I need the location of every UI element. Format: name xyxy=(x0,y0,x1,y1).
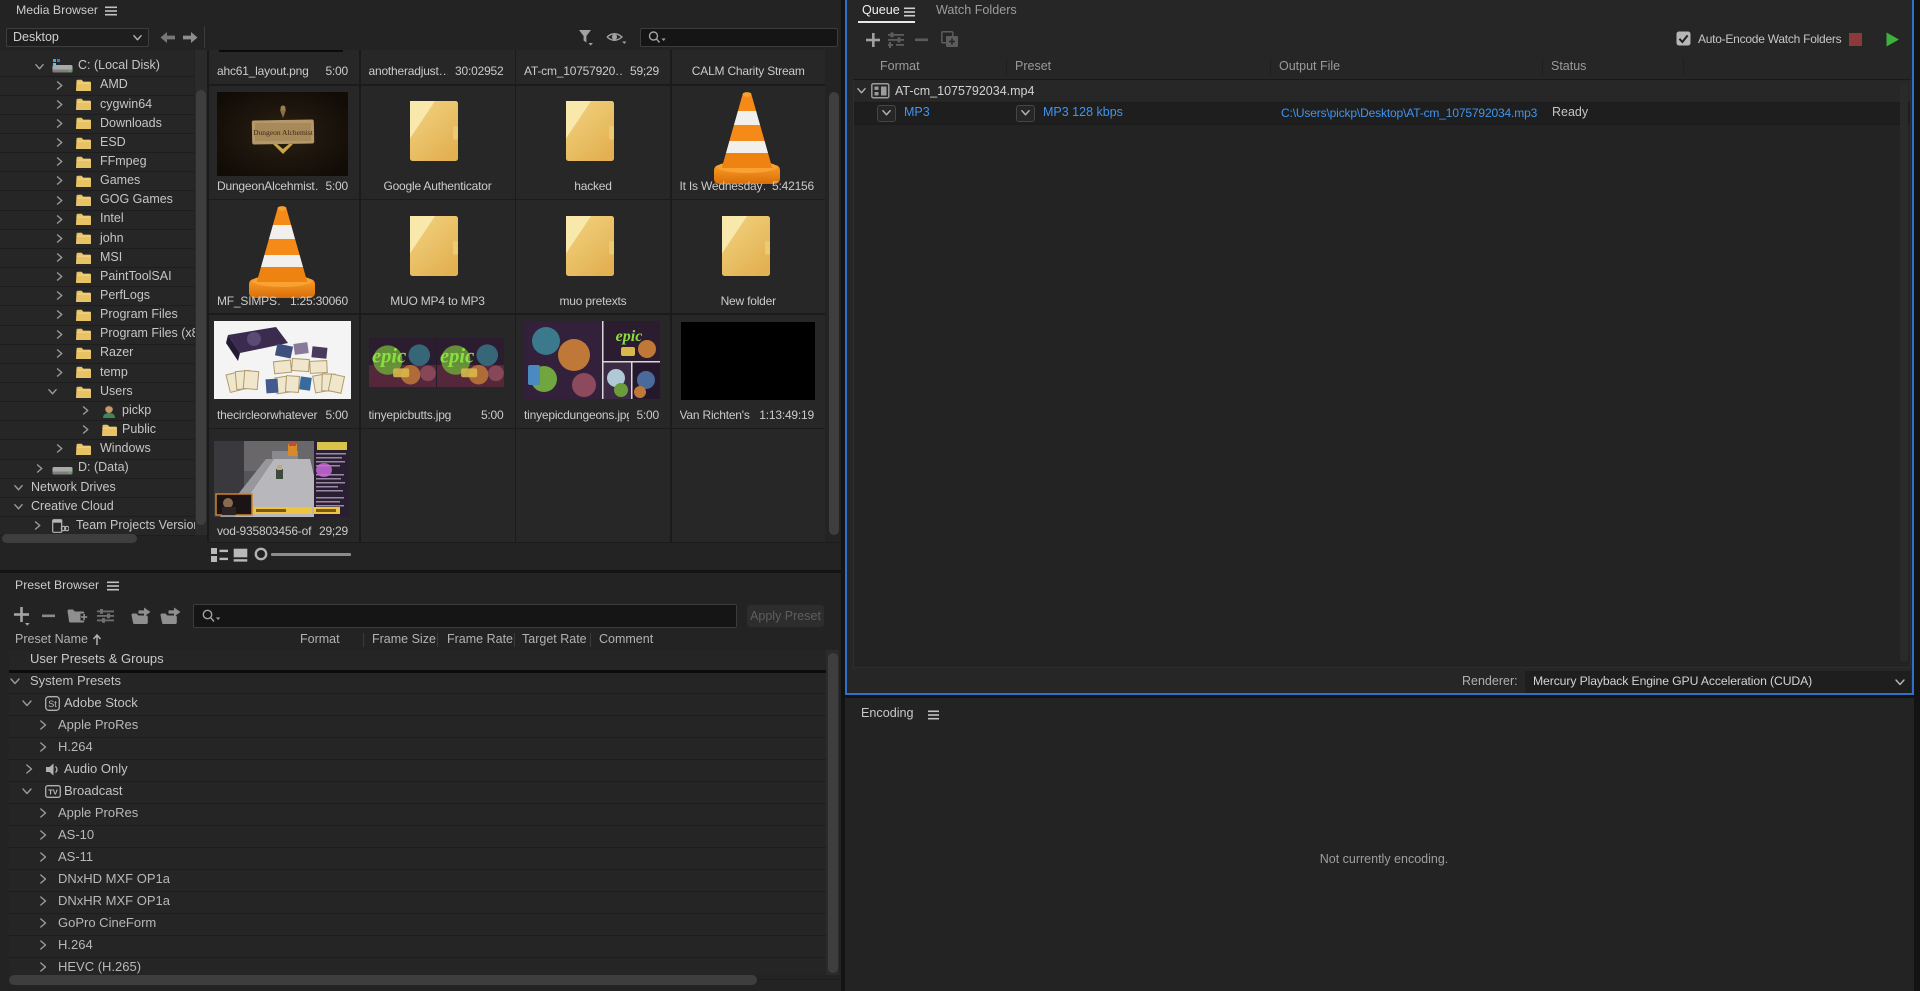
svg-text:Dungeon Alchemist: Dungeon Alchemist xyxy=(253,128,314,137)
svg-text:TV: TV xyxy=(48,788,58,797)
svg-text:epic: epic xyxy=(372,346,406,368)
svg-text:epic: epic xyxy=(440,346,474,368)
svg-text:epic: epic xyxy=(616,328,643,345)
svg-text:St: St xyxy=(48,699,57,709)
